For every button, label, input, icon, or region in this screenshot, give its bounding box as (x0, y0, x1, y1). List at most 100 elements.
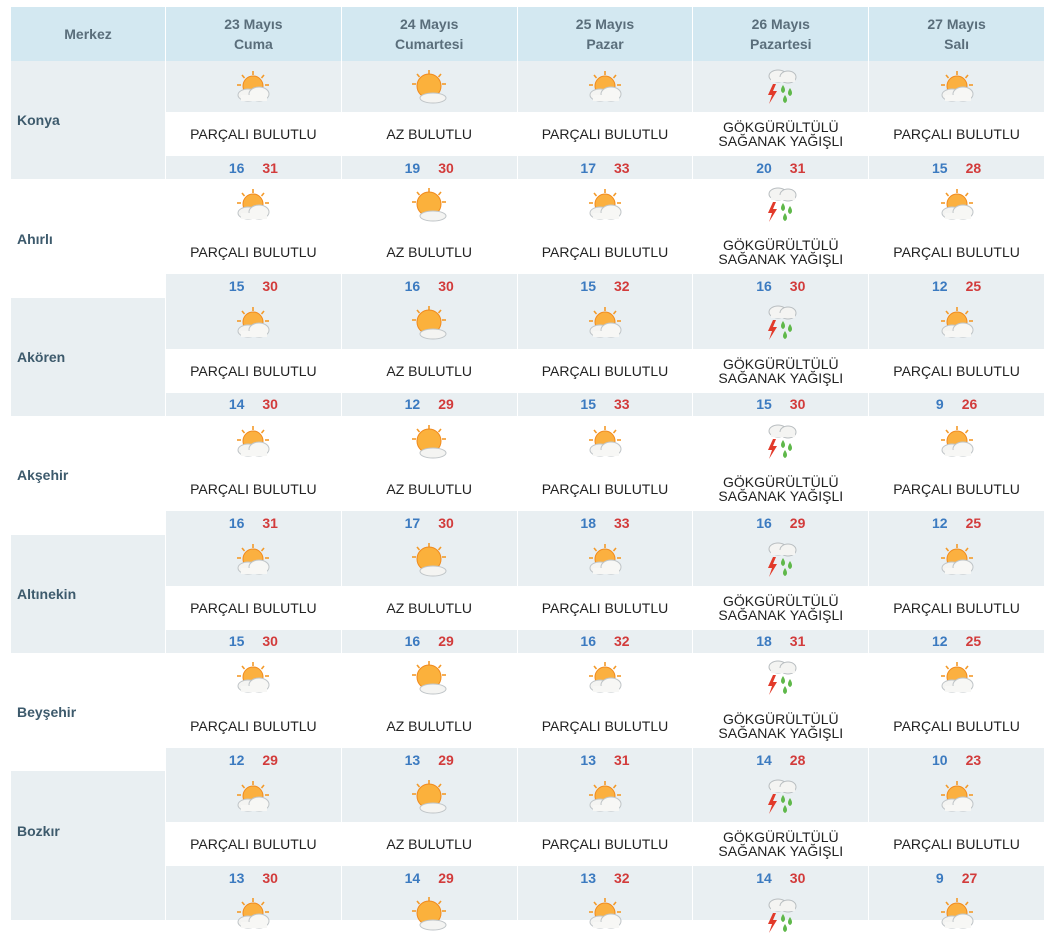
min-temperature: 17 (404, 514, 421, 531)
icon-cell (517, 61, 693, 112)
max-temperature: 26 (961, 396, 978, 413)
max-temperature: 31 (262, 159, 278, 176)
forecast-cell: GÖKGÜRÜLTÜLÜ SAĞANAK YAĞIŞLI 20 31 (692, 61, 869, 180)
weather-description: AZ BULUTLU (341, 585, 517, 630)
forecast-cell (165, 889, 341, 929)
forecast-cell: GÖKGÜRÜLTÜLÜ SAĞANAK YAĞIŞLI 18 31 (692, 534, 869, 653)
mostly-sunny-icon (409, 660, 449, 696)
min-temperature: 12 (932, 514, 948, 531)
temperature-range: 19 30 (341, 156, 517, 180)
min-temperature: 16 (404, 278, 421, 295)
max-temperature: 33 (613, 396, 630, 413)
min-temperature: 15 (580, 396, 596, 413)
min-temperature: 13 (404, 751, 421, 768)
weather-description: GÖKGÜRÜLTÜLÜ SAĞANAK YAĞIŞLI (693, 467, 869, 512)
weather-description: PARÇALI BULUTLU (869, 822, 1044, 867)
icon-cell (166, 297, 341, 349)
weather-description: PARÇALI BULUTLU (166, 112, 341, 156)
weather-description: AZ BULUTLU (341, 822, 517, 867)
min-temperature: 14 (228, 396, 245, 413)
icon-cell (869, 534, 1044, 586)
min-temperature: 10 (932, 751, 948, 768)
header-day-5: 27 Mayıs Salı (868, 7, 1044, 61)
temperature-range: 17 30 (341, 511, 517, 535)
icon-cell (166, 61, 341, 112)
temperature-range: 13 32 (517, 866, 693, 890)
header-day-4: 26 Mayıs Pazartesi (692, 7, 869, 61)
min-temperature: 15 (580, 278, 596, 295)
temperature-range: 12 25 (869, 629, 1044, 653)
icon-cell (517, 534, 693, 586)
weather-description: GÖKGÜRÜLTÜLÜ SAĞANAK YAĞIŞLI (693, 703, 869, 748)
min-temperature: 18 (756, 633, 772, 650)
min-temperature: 16 (228, 159, 245, 176)
max-temperature: 30 (789, 870, 806, 887)
weather-description: PARÇALI BULUTLU (166, 467, 341, 512)
table-row: Akören PARÇALI BULUTLU 14 30 AZ BULUTLU 12 29 P… (11, 297, 1044, 417)
forecast-cell: GÖKGÜRÜLTÜLÜ SAĞANAK YAĞIŞLI 14 30 (692, 771, 869, 890)
city-name: Akşehir (11, 416, 165, 535)
partly-cloudy-icon (937, 896, 977, 932)
partly-cloudy-icon (233, 542, 273, 578)
icon-cell (693, 652, 869, 704)
min-temperature: 14 (756, 870, 772, 887)
table-row-partial (11, 889, 1044, 933)
forecast-cell (340, 889, 517, 931)
min-temperature: 13 (228, 870, 245, 887)
temperature-range: 9 26 (869, 392, 1044, 417)
temperature-range: 18 33 (517, 511, 693, 535)
icon-cell (517, 771, 693, 823)
max-temperature: 31 (789, 633, 806, 650)
weather-description: GÖKGÜRÜLTÜLÜ SAĞANAK YAĞIŞLI (693, 585, 869, 630)
forecast-cell: AZ BULUTLU 16 29 (340, 534, 517, 653)
min-temperature: 12 (404, 396, 421, 413)
weather-description: PARÇALI BULUTLU (517, 703, 693, 748)
forecast-cell: GÖKGÜRÜLTÜLÜ SAĞANAK YAĞIŞLI 16 30 (692, 179, 869, 298)
icon-cell (341, 416, 517, 468)
min-temperature: 14 (756, 751, 772, 768)
min-temperature: 16 (756, 514, 772, 531)
temperature-range: 16 31 (166, 156, 341, 180)
forecast-cell: GÖKGÜRÜLTÜLÜ SAĞANAK YAĞIŞLI 16 29 (692, 416, 869, 535)
weather-description: AZ BULUTLU (341, 112, 517, 156)
temperature-range: 9 27 (869, 866, 1044, 890)
header-day-2: 24 Mayıs Cumartesi (340, 7, 517, 61)
max-temperature: 30 (438, 278, 454, 295)
weather-description: PARÇALI BULUTLU (869, 585, 1044, 630)
icon-cell (341, 61, 517, 112)
weather-description: AZ BULUTLU (341, 467, 517, 512)
temperature-range: 14 30 (166, 392, 341, 417)
temperature-range: 12 29 (341, 392, 517, 417)
min-temperature: 19 (404, 159, 421, 176)
partly-cloudy-icon (585, 424, 625, 460)
mostly-sunny-icon (409, 187, 449, 223)
forecast-cell: AZ BULUTLU 17 30 (340, 416, 517, 535)
weather-description: PARÇALI BULUTLU (166, 230, 341, 275)
thunderstorm-icon (761, 67, 801, 107)
partly-cloudy-icon (585, 542, 625, 578)
city-name: Bozkır (11, 771, 165, 890)
forecast-cell: AZ BULUTLU 12 29 (340, 297, 517, 417)
temperature-range: 13 29 (341, 747, 517, 772)
icon-cell (693, 179, 869, 231)
max-temperature: 29 (438, 633, 454, 650)
forecast-cell: PARÇALI BULUTLU 16 31 (165, 61, 341, 180)
header-day-weekday: Pazartesi (750, 36, 812, 52)
mostly-sunny-icon (409, 779, 449, 815)
header-merkez: Merkez (11, 7, 165, 61)
partly-cloudy-icon (937, 424, 977, 460)
header-day-weekday: Cumartesi (394, 36, 464, 52)
icon-cell (341, 179, 517, 231)
forecast-cell: GÖKGÜRÜLTÜLÜ SAĞANAK YAĞIŞLI 14 28 (692, 652, 869, 772)
max-temperature: 30 (438, 514, 454, 531)
weather-description: PARÇALI BULUTLU (517, 822, 693, 867)
weather-description: PARÇALI BULUTLU (166, 348, 341, 393)
forecast-cell: PARÇALI BULUTLU 17 33 (516, 61, 693, 180)
partly-cloudy-icon (233, 69, 273, 105)
icon-cell (341, 297, 517, 349)
forecast-table: Merkez 23 Mayıs Cuma 24 Mayıs Cumartesi … (11, 7, 1044, 933)
min-temperature: 9 (935, 870, 944, 887)
max-temperature: 33 (613, 159, 630, 176)
temperature-range: 17 33 (517, 156, 693, 180)
city-name-empty (11, 889, 165, 920)
